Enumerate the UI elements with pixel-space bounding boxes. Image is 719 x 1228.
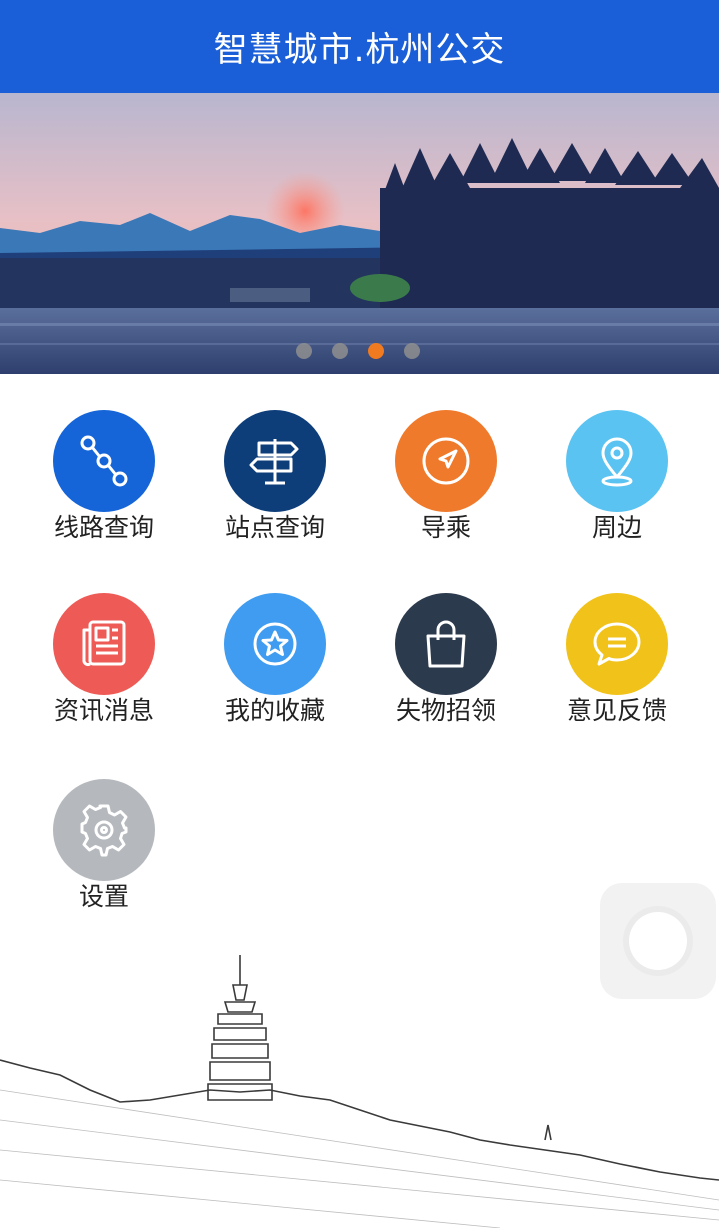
grid-item-label: 设置 — [78, 882, 129, 911]
signpost-icon — [224, 410, 326, 512]
location-pin-icon — [566, 410, 668, 512]
banner-carousel[interactable] — [0, 93, 719, 374]
carousel-dot-active[interactable] — [368, 343, 384, 359]
grid-item-label: 资讯消息 — [53, 696, 154, 725]
pagoda-sketch-illustration — [0, 955, 719, 1228]
banner-image — [0, 93, 719, 374]
page-title: 智慧城市.杭州公交 — [213, 30, 506, 70]
star-icon — [224, 593, 326, 695]
newspaper-icon — [53, 593, 155, 695]
carousel-dot[interactable] — [332, 343, 348, 359]
grid-item-label: 意见反馈 — [566, 696, 667, 725]
shopping-bag-icon — [395, 593, 497, 695]
grid-item-news[interactable]: 资讯消息 — [24, 593, 184, 743]
grid-item-settings[interactable]: 设置 — [24, 779, 184, 929]
grid-item-route-query[interactable]: 线路查询 — [24, 410, 184, 560]
carousel-dot[interactable] — [296, 343, 312, 359]
grid-item-label: 导乘 — [420, 513, 471, 542]
app-header: 智慧城市.杭州公交 — [0, 0, 719, 93]
grid-item-label: 我的收藏 — [224, 696, 325, 725]
grid-item-stop-query[interactable]: 站点查询 — [195, 410, 355, 560]
route-icon — [53, 410, 155, 512]
grid-item-label: 周边 — [591, 513, 642, 542]
carousel-dot[interactable] — [404, 343, 420, 359]
grid-item-label: 站点查询 — [224, 513, 325, 542]
grid-item-navigation[interactable]: 导乘 — [366, 410, 526, 560]
grid-item-label: 线路查询 — [53, 513, 154, 542]
carousel-indicators — [296, 343, 420, 359]
gear-icon — [53, 779, 155, 881]
navigation-arrow-icon — [395, 410, 497, 512]
grid-item-nearby[interactable]: 周边 — [537, 410, 697, 560]
grid-item-feedback[interactable]: 意见反馈 — [537, 593, 697, 743]
grid-item-label: 失物招领 — [395, 696, 496, 725]
grid-item-lost-found[interactable]: 失物招领 — [366, 593, 526, 743]
grid-item-favorites[interactable]: 我的收藏 — [195, 593, 355, 743]
chat-bubble-icon — [566, 593, 668, 695]
